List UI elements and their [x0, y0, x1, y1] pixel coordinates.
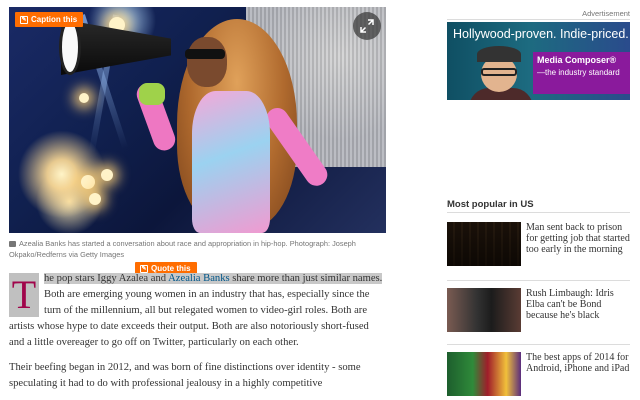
- divider: [447, 212, 630, 213]
- popular-item[interactable]: Rush Limbaugh: Idris Elba can't be Bond …: [447, 288, 630, 332]
- caption-text: Azealia Banks has started a conversation…: [9, 239, 356, 259]
- popular-item-thumbnail[interactable]: [447, 288, 521, 332]
- article-body: The pop stars Iggy Azalea and Azealia Ba…: [9, 271, 386, 400]
- camera-icon: [9, 241, 16, 247]
- image-caption: Azealia Banks has started a conversation…: [9, 238, 384, 260]
- azealia-banks-link[interactable]: Azealia Banks: [168, 273, 230, 284]
- stage-light: [101, 169, 113, 181]
- ad-headline: Hollywood-proven. Indie-priced.: [453, 27, 629, 41]
- divider: [447, 19, 630, 20]
- drop-cap: T: [9, 273, 39, 317]
- popular-item-thumbnail[interactable]: [447, 352, 521, 396]
- divider: [447, 344, 630, 345]
- performer-outfit: [192, 91, 270, 233]
- performer-sunglasses: [185, 49, 225, 59]
- ad-product-name: Media Composer®: [537, 55, 617, 65]
- performer-glove: [139, 83, 165, 105]
- popular-item-headline[interactable]: The best apps of 2014 for Android, iPhon…: [526, 352, 630, 396]
- stage-light: [89, 193, 101, 205]
- popular-item[interactable]: The best apps of 2014 for Android, iPhon…: [447, 352, 630, 396]
- ad-person-image: [469, 46, 533, 100]
- hero-image[interactable]: [9, 7, 386, 233]
- popular-item[interactable]: Man sent back to prison for getting job …: [447, 222, 630, 266]
- stage-light: [81, 175, 95, 189]
- megaphone-bell: [59, 19, 81, 75]
- most-popular-heading: Most popular in US: [447, 199, 534, 210]
- caption-this-label: Caption this: [31, 15, 78, 24]
- highlighted-text[interactable]: he pop stars Iggy Azalea and: [44, 273, 169, 284]
- caption-this-button[interactable]: ✎ Caption this: [15, 12, 84, 27]
- advertisement-label: Advertisement: [582, 9, 630, 18]
- popular-item-headline[interactable]: Rush Limbaugh: Idris Elba can't be Bond …: [526, 288, 630, 332]
- caption-icon: ✎: [20, 15, 28, 24]
- divider: [447, 280, 630, 281]
- expand-image-button[interactable]: [353, 12, 381, 40]
- ad-product-box: Media Composer® —the industry standard: [533, 52, 630, 94]
- stage-light: [79, 93, 89, 103]
- article-paragraph: The pop stars Iggy Azalea and Azealia Ba…: [9, 271, 386, 351]
- popular-item-thumbnail[interactable]: [447, 222, 521, 266]
- highlighted-text[interactable]: share more than just similar names.: [229, 273, 383, 284]
- paragraph-text: Both are emerging young women in an indu…: [9, 289, 370, 348]
- expand-icon: [360, 19, 374, 33]
- ad-tagline: —the industry standard: [537, 68, 620, 77]
- performer-face: [187, 37, 227, 87]
- advertisement-banner[interactable]: Hollywood-proven. Indie-priced. Media Co…: [447, 22, 630, 100]
- popular-item-headline[interactable]: Man sent back to prison for getting job …: [526, 222, 630, 266]
- article-paragraph: Their beefing began in 2012, and was bor…: [9, 362, 361, 389]
